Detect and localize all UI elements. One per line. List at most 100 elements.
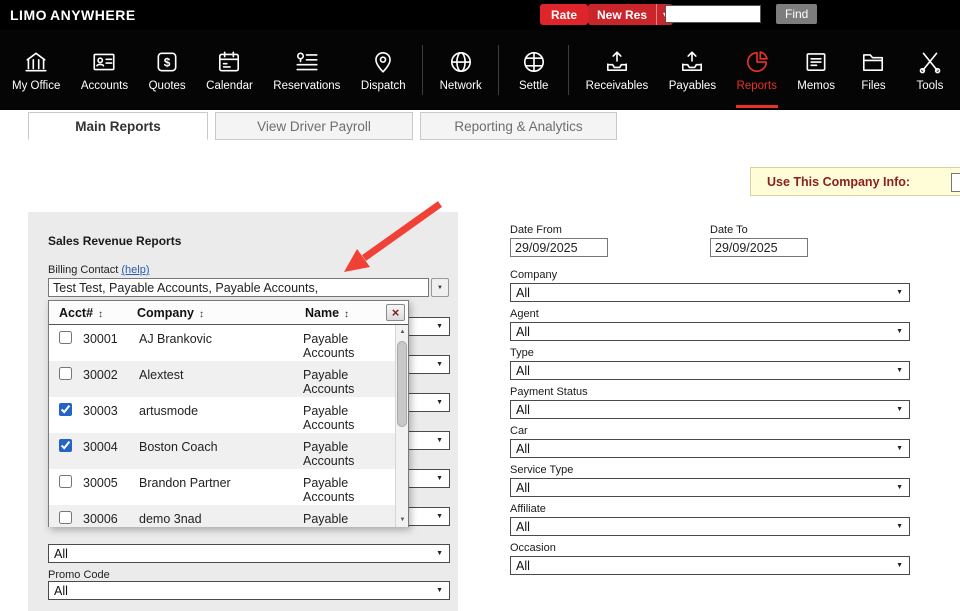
billing-contact-combo-button[interactable]: ▼ bbox=[431, 278, 449, 297]
reports-pie-icon bbox=[744, 49, 770, 75]
promo-code-value: All bbox=[54, 584, 68, 598]
chevron-down-icon: ▼ bbox=[436, 587, 443, 594]
affiliate-select[interactable]: All▼ bbox=[510, 517, 910, 536]
billing-contact-input[interactable] bbox=[48, 278, 429, 297]
date-from-input[interactable] bbox=[510, 238, 608, 257]
car-select-value: All bbox=[516, 442, 530, 456]
nav-item-label: Reservations bbox=[273, 80, 340, 92]
nav-item-settle[interactable]: Settle bbox=[512, 30, 556, 110]
tab-view-driver-payroll[interactable]: View Driver Payroll bbox=[215, 112, 413, 140]
nav-item-tools[interactable]: Tools bbox=[908, 30, 952, 110]
row-checkbox[interactable] bbox=[59, 475, 72, 488]
name-cell: Payable Accounts bbox=[303, 361, 395, 397]
help-link[interactable]: (help) bbox=[121, 264, 149, 276]
receivables-icon bbox=[604, 49, 630, 75]
column-name[interactable]: Name↕ bbox=[305, 306, 365, 320]
calendar-icon bbox=[216, 49, 242, 75]
row-checkbox[interactable] bbox=[59, 403, 72, 416]
nav-item-quotes[interactable]: $ Quotes bbox=[145, 30, 190, 110]
chevron-down-icon: ▼ bbox=[896, 523, 903, 530]
nav-item-reports[interactable]: Reports bbox=[733, 30, 781, 110]
scroll-down-icon[interactable]: ▼ bbox=[396, 513, 408, 527]
rate-button[interactable]: Rate bbox=[540, 4, 588, 25]
logo-anywhere: ANYWHERE bbox=[50, 7, 136, 23]
acct-cell: 30005 bbox=[83, 469, 139, 505]
nav-item-network[interactable]: Network bbox=[436, 30, 486, 110]
nav-separator bbox=[498, 45, 499, 95]
company-label: Company bbox=[510, 269, 910, 281]
row-checkbox[interactable] bbox=[59, 331, 72, 344]
affiliate-filter-group: Affiliate All▼ bbox=[510, 503, 910, 536]
payment-status-select-value: All bbox=[516, 403, 530, 417]
quick-search-input[interactable] bbox=[665, 5, 761, 23]
service-type-select[interactable]: All▼ bbox=[510, 478, 910, 497]
scroll-up-icon[interactable]: ▲ bbox=[396, 325, 408, 339]
nav-item-receivables[interactable]: Receivables bbox=[582, 30, 653, 110]
chevron-down-icon: ▼ bbox=[896, 445, 903, 452]
date-to-input[interactable] bbox=[710, 238, 808, 257]
table-row[interactable]: 30002 Alextest Payable Accounts bbox=[49, 361, 395, 397]
chevron-down-icon: ▼ bbox=[436, 323, 443, 330]
agent-filter-group: Agent All▼ bbox=[510, 308, 910, 341]
name-cell: Payable Accounts bbox=[303, 397, 395, 433]
nav-item-label: Dispatch bbox=[361, 80, 406, 92]
acct-cell: 30004 bbox=[83, 433, 139, 469]
company-cell: artusmode bbox=[139, 397, 303, 433]
sales-revenue-panel: Sales Revenue Reports Billing Contact (h… bbox=[28, 212, 458, 611]
contact-picker-popup: Acct#↕ Company↕ Name↕ × 30001 AJ Brankov… bbox=[48, 300, 409, 527]
payment-status-select[interactable]: All ▼ bbox=[510, 400, 910, 419]
column-acct[interactable]: Acct#↕ bbox=[49, 306, 137, 320]
nav-item-label: Network bbox=[440, 80, 482, 92]
date-to-group: Date To bbox=[710, 224, 910, 257]
chevron-down-icon: ▼ bbox=[436, 361, 443, 368]
nav-item-accounts[interactable]: Accounts bbox=[77, 30, 132, 110]
nav-item-memos[interactable]: Memos bbox=[793, 30, 839, 110]
table-row[interactable]: 30003 artusmode Payable Accounts bbox=[49, 397, 395, 433]
row-checkbox[interactable] bbox=[59, 367, 72, 380]
company-info-control[interactable] bbox=[951, 173, 960, 192]
name-cell: Payable Accounts bbox=[303, 325, 395, 361]
nav-item-label: Accounts bbox=[81, 80, 128, 92]
checkbox-cell bbox=[49, 469, 83, 505]
bottom-filter-select[interactable]: All ▼ bbox=[48, 544, 450, 563]
table-row[interactable]: 30001 AJ Brankovic Payable Accounts bbox=[49, 325, 395, 361]
nav-item-label: Receivables bbox=[586, 80, 649, 92]
tab-main-reports[interactable]: Main Reports bbox=[28, 112, 208, 140]
row-checkbox[interactable] bbox=[59, 439, 72, 452]
files-folder-icon bbox=[860, 49, 886, 75]
row-checkbox[interactable] bbox=[59, 511, 72, 524]
car-select[interactable]: All ▼ bbox=[510, 439, 910, 458]
picker-scrollbar[interactable]: ▲ ▼ bbox=[395, 325, 408, 527]
nav-item-calendar[interactable]: Calendar bbox=[202, 30, 257, 110]
promo-code-select[interactable]: All ▼ bbox=[48, 581, 450, 600]
column-company[interactable]: Company↕ bbox=[137, 306, 305, 320]
bottom-filter-value: All bbox=[54, 547, 68, 561]
nav-item-reservations[interactable]: Reservations bbox=[269, 30, 344, 110]
close-icon[interactable]: × bbox=[386, 304, 405, 321]
promo-code-label: Promo Code bbox=[48, 569, 110, 581]
table-row[interactable]: 30004 Boston Coach Payable Accounts bbox=[49, 433, 395, 469]
table-row[interactable]: 30005 Brandon Partner Payable Accounts bbox=[49, 469, 395, 505]
checkbox-cell bbox=[49, 433, 83, 469]
nav-item-my-office[interactable]: My Office bbox=[8, 30, 64, 110]
sort-icon: ↕ bbox=[199, 309, 204, 320]
type-select[interactable]: All▼ bbox=[510, 361, 910, 380]
occasion-select[interactable]: All▼ bbox=[510, 556, 910, 575]
tools-icon bbox=[917, 49, 943, 75]
chevron-down-icon: ▼ bbox=[896, 406, 903, 413]
nav-separator bbox=[568, 45, 569, 95]
main-nav: My Office Accounts $ Quotes Calendar Res… bbox=[0, 30, 960, 110]
scroll-thumb[interactable] bbox=[397, 341, 407, 427]
nav-item-files[interactable]: Files bbox=[851, 30, 895, 110]
table-row[interactable]: 30006 demo 3nad Payable bbox=[49, 505, 395, 527]
tab-reporting-analytics[interactable]: Reporting & Analytics bbox=[420, 112, 617, 140]
chevron-down-icon: ▼ bbox=[896, 289, 903, 296]
nav-item-dispatch[interactable]: Dispatch bbox=[357, 30, 410, 110]
new-res-button[interactable]: New Res ▾ bbox=[588, 4, 673, 25]
logo-limo: LIMO bbox=[10, 7, 47, 23]
nav-item-payables[interactable]: Payables bbox=[665, 30, 720, 110]
company-select[interactable]: All▼ bbox=[510, 283, 910, 302]
agent-select[interactable]: All▼ bbox=[510, 322, 910, 341]
nav-item-label: Reports bbox=[737, 80, 777, 92]
find-button[interactable]: Find bbox=[776, 4, 817, 24]
